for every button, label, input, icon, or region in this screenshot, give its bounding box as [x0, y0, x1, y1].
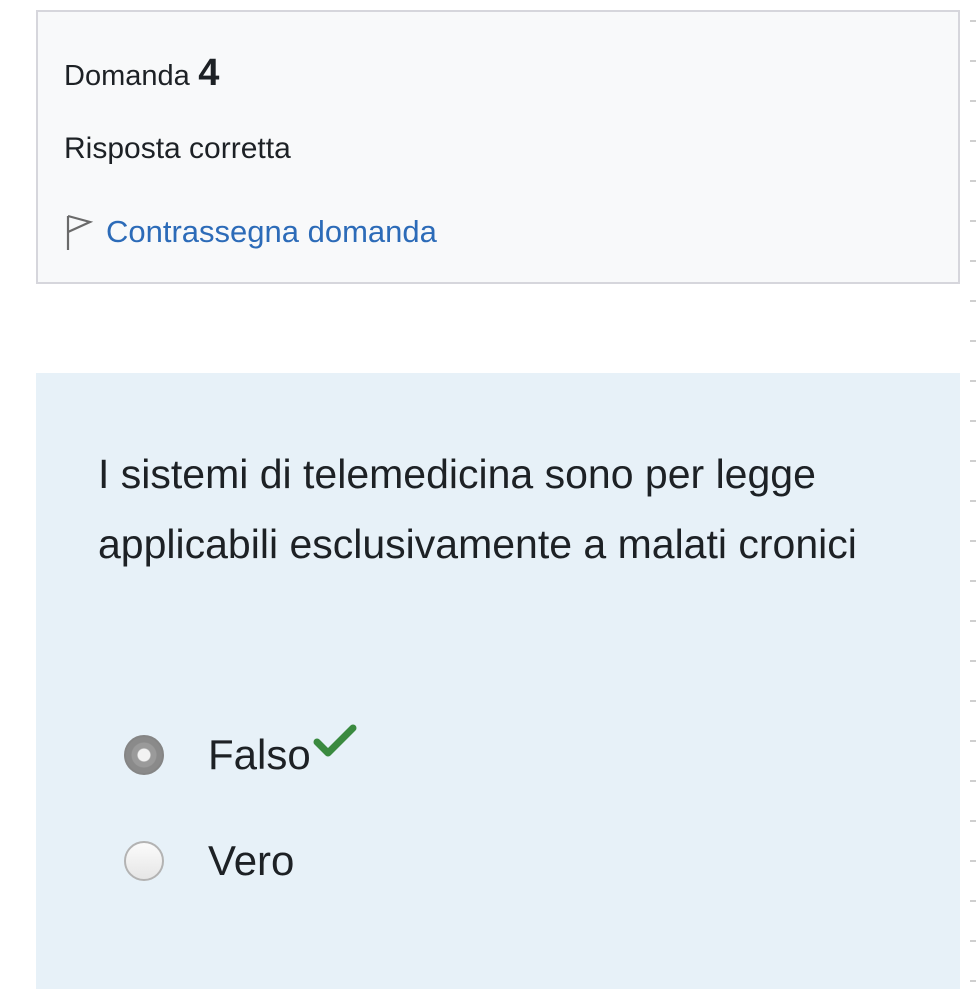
question-state: Risposta corretta: [64, 132, 291, 165]
question-number-heading: Domanda 4: [64, 52, 219, 95]
page-edge-divider: [970, 0, 976, 999]
quiz-page: Domanda 4 Risposta corretta Contrassegna…: [0, 0, 976, 999]
question-label: Domanda: [64, 60, 190, 92]
answer-option-falso[interactable]: Falso: [124, 724, 357, 779]
flag-question-link[interactable]: Contrassegna domanda: [64, 212, 437, 252]
radio-button-vero[interactable]: [124, 841, 164, 881]
question-content-panel: I sistemi di telemedicina sono per legge…: [36, 373, 960, 989]
radio-button-falso[interactable]: [124, 735, 164, 775]
flag-icon: [64, 212, 94, 252]
question-number: 4: [198, 52, 220, 94]
answer-label-falso: Falso: [208, 731, 311, 778]
question-text: I sistemi di telemedicina sono per legge…: [98, 451, 857, 567]
answer-label-vero: Vero: [208, 837, 295, 884]
answer-option-vero[interactable]: Vero: [124, 837, 294, 885]
flag-question-label[interactable]: Contrassegna domanda: [106, 214, 437, 250]
check-icon: [313, 723, 357, 759]
question-info-panel: Domanda 4 Risposta corretta Contrassegna…: [36, 10, 960, 284]
